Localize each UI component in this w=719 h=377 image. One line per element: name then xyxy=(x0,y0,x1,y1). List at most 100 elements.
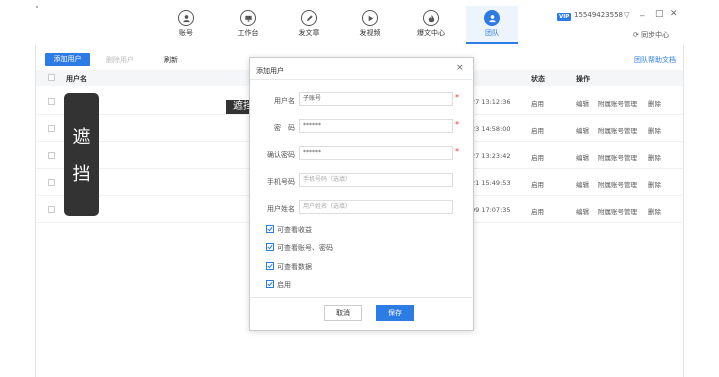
row-time: 09 17:07:35 xyxy=(471,206,511,214)
add-user-button[interactable]: 添加用户 xyxy=(45,53,90,66)
view-earnings-checkbox[interactable] xyxy=(266,225,274,233)
nav-item-label: 工作台 xyxy=(237,29,259,37)
window-maximize-button[interactable]: □ xyxy=(655,9,664,19)
mask-char: 挡 xyxy=(72,164,91,185)
view-data-checkbox[interactable] xyxy=(266,262,274,270)
play-icon xyxy=(362,10,378,26)
content-left-border xyxy=(35,45,36,377)
row-status: 启用 xyxy=(531,127,544,135)
row-manage-link[interactable]: 附属账号管理 xyxy=(598,179,637,189)
row-manage-link[interactable]: 附属账号管理 xyxy=(598,98,637,108)
check-icon xyxy=(267,244,273,250)
fire-icon xyxy=(423,10,439,26)
column-header-status: 状态 xyxy=(531,75,545,83)
row-delete-link[interactable]: 删除 xyxy=(648,125,661,135)
row-delete-link[interactable]: 删除 xyxy=(648,152,661,162)
cancel-button[interactable]: 取消 xyxy=(324,305,362,321)
row-checkbox[interactable] xyxy=(48,98,55,105)
row-edit-link[interactable]: 编辑 xyxy=(576,179,589,189)
view-earnings-label: 可查看收益 xyxy=(277,226,312,234)
row-manage-link[interactable]: 附属账号管理 xyxy=(598,152,637,162)
row-time: 21 15:49:53 xyxy=(471,179,511,187)
row-edit-link[interactable]: 编辑 xyxy=(576,98,589,108)
required-mark: * xyxy=(455,147,459,156)
dialog-header-divider xyxy=(250,79,472,80)
view-credentials-checkbox[interactable] xyxy=(266,243,274,251)
team-help-link[interactable]: 团队帮助文档 xyxy=(634,55,676,65)
enable-label: 启用 xyxy=(277,281,291,289)
row-status: 启用 xyxy=(531,100,544,108)
refresh-button[interactable]: 刷新 xyxy=(164,55,178,65)
username-label: 用户名 xyxy=(274,97,295,105)
team-icon xyxy=(484,10,500,26)
vip-badge: VIP xyxy=(557,13,572,21)
account-phone[interactable]: 15549423558 xyxy=(574,11,623,19)
check-icon xyxy=(267,263,273,269)
nav-item-label: 爆文中心 xyxy=(417,29,445,37)
row-edit-link[interactable]: 编辑 xyxy=(576,152,589,162)
column-header-username: 用户名 xyxy=(66,75,87,83)
sync-center-label: 同步中心 xyxy=(641,31,670,39)
nav-item-team[interactable]: 团队 xyxy=(472,10,512,38)
sync-icon: ⟳ xyxy=(633,31,639,39)
select-all-checkbox[interactable] xyxy=(48,74,55,81)
phone-field[interactable]: 手机号码（选填） xyxy=(299,173,453,187)
window-minimize-button[interactable]: _ xyxy=(640,7,645,17)
view-credentials-label: 可查看账号、密码 xyxy=(277,244,333,252)
full-name-field[interactable]: 用户姓名（选填） xyxy=(299,200,453,214)
view-data-label: 可查看数据 xyxy=(277,263,312,271)
nav-item-hot-center[interactable]: 爆文中心 xyxy=(411,10,451,38)
window-close-button[interactable]: ✕ xyxy=(670,9,678,19)
nav-item-workbench[interactable]: 工作台 xyxy=(228,10,268,38)
nav-item-label: 账号 xyxy=(179,29,193,37)
row-delete-link[interactable]: 删除 xyxy=(648,179,661,189)
save-button[interactable]: 保存 xyxy=(376,305,414,321)
row-status: 启用 xyxy=(531,208,544,216)
nav-active-underline xyxy=(466,42,518,44)
phone-label: 手机号码 xyxy=(267,178,295,186)
nav-item-account[interactable]: 账号 xyxy=(166,10,206,38)
required-mark: * xyxy=(455,120,459,129)
nav-item-label: 发文章 xyxy=(298,29,320,37)
row-time: 27 13:12:36 xyxy=(471,98,511,106)
row-time: 23 14:58:00 xyxy=(471,125,511,133)
dialog-title: 添加用户 xyxy=(256,67,284,75)
check-icon xyxy=(267,281,273,287)
redaction-mask: 遮 挡 xyxy=(64,93,99,216)
username-field[interactable]: 子账号 xyxy=(299,92,453,106)
nav-item-article[interactable]: 发文章 xyxy=(289,10,329,38)
password-label: 密 码 xyxy=(274,124,295,132)
row-manage-link[interactable]: 附属账号管理 xyxy=(598,125,637,135)
row-delete-link[interactable]: 删除 xyxy=(648,206,661,216)
delete-user-button[interactable]: 删除用户 xyxy=(106,55,134,65)
dialog-footer-divider xyxy=(250,297,472,298)
row-status: 启用 xyxy=(531,181,544,189)
mask-char: 遮 xyxy=(72,127,91,148)
row-checkbox[interactable] xyxy=(48,152,55,159)
row-checkbox[interactable] xyxy=(48,206,55,213)
pen-icon xyxy=(301,10,317,26)
required-mark: * xyxy=(455,93,459,102)
password-field[interactable]: ****** xyxy=(299,119,453,133)
row-time: 27 13:23:42 xyxy=(471,152,511,160)
window-menu-button[interactable]: ▽ xyxy=(624,11,629,19)
nav-item-video[interactable]: 发视频 xyxy=(350,10,390,38)
full-name-label: 用户姓名 xyxy=(267,205,295,213)
confirm-password-field[interactable]: ****** xyxy=(299,146,453,160)
enable-checkbox[interactable] xyxy=(266,280,274,288)
row-edit-link[interactable]: 编辑 xyxy=(576,206,589,216)
nav-item-label: 发视频 xyxy=(359,29,381,37)
row-delete-link[interactable]: 删除 xyxy=(648,98,661,108)
nav-item-label: 团队 xyxy=(485,29,499,37)
content-right-border xyxy=(683,45,684,377)
row-manage-link[interactable]: 附属账号管理 xyxy=(598,206,637,216)
confirm-password-label: 确认密码 xyxy=(267,151,295,159)
column-header-action: 操作 xyxy=(576,75,590,83)
row-edit-link[interactable]: 编辑 xyxy=(576,125,589,135)
dialog-close-icon[interactable]: × xyxy=(456,63,464,73)
row-checkbox[interactable] xyxy=(48,125,55,132)
desktop-icon xyxy=(240,10,256,26)
row-checkbox[interactable] xyxy=(48,179,55,186)
user-icon xyxy=(178,10,194,26)
sync-center-button[interactable]: ⟳ 同步中心 xyxy=(633,30,669,40)
